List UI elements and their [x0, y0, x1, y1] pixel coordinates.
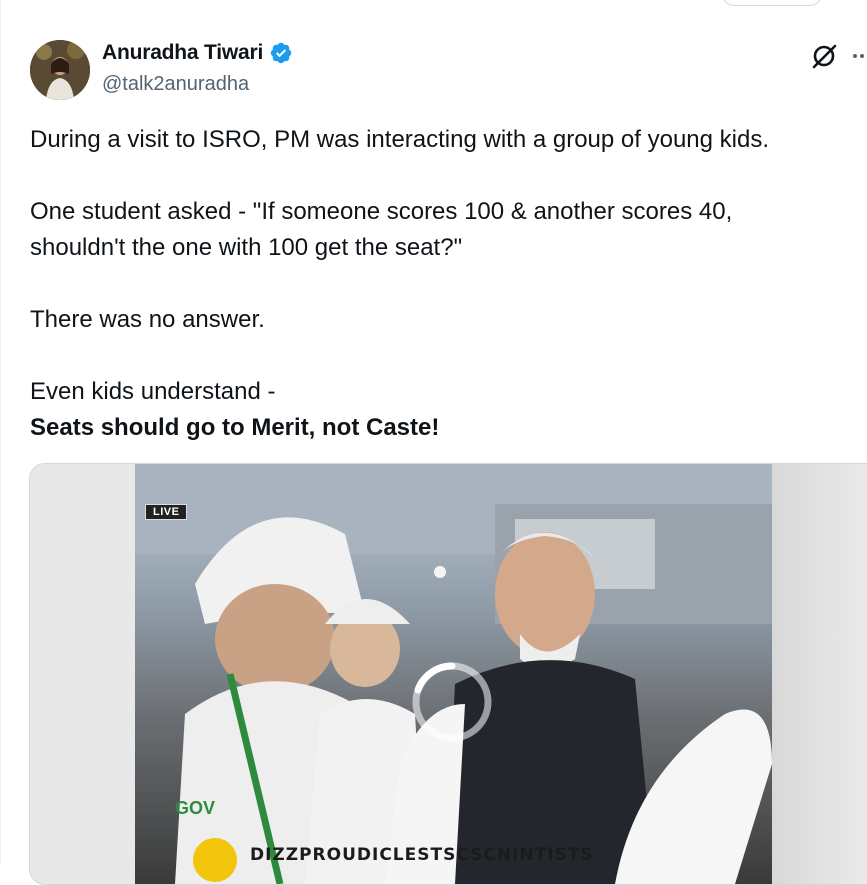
tweet-line: During a visit to ISRO, PM was interacti… [30, 126, 769, 153]
live-badge: LIVE [145, 504, 188, 520]
svg-text:GOV: GOV [175, 798, 215, 818]
previous-tweet-action-button[interactable] [722, 0, 822, 6]
tweet-text: During a visit to ISRO, PM was interacti… [30, 122, 850, 446]
author-handle[interactable]: @talk2anuradha [102, 73, 249, 96]
author-display-name[interactable]: Anuradha Tiwari [102, 41, 263, 65]
media-side-panel [772, 464, 867, 884]
tweet-line: There was no answer. [30, 306, 265, 333]
grok-icon[interactable] [810, 42, 838, 70]
tweet-line: Even kids understand - [30, 378, 276, 405]
tweet-line: One student asked - "If someone scores 1… [30, 198, 733, 225]
more-horizontal-icon[interactable] [852, 48, 867, 64]
loading-ring-icon[interactable] [410, 660, 494, 744]
verified-badge-icon [270, 42, 292, 64]
tweet-line: shouldn't the one with 100 get the seat?… [30, 234, 463, 261]
news-logo-icon [193, 838, 237, 882]
news-ticker: DIZZPROUDICLESTSCSCNINTISTS [250, 845, 594, 865]
author-name-row[interactable]: Anuradha Tiwari [102, 41, 293, 65]
timeline-border [0, 0, 1, 865]
tweet-line-bold: Seats should go to Merit, not Caste! [30, 410, 850, 446]
tweet-bold-text: Seats should go to Merit, not Caste! [30, 414, 440, 441]
avatar[interactable] [30, 40, 90, 100]
avatar-image [30, 40, 90, 100]
